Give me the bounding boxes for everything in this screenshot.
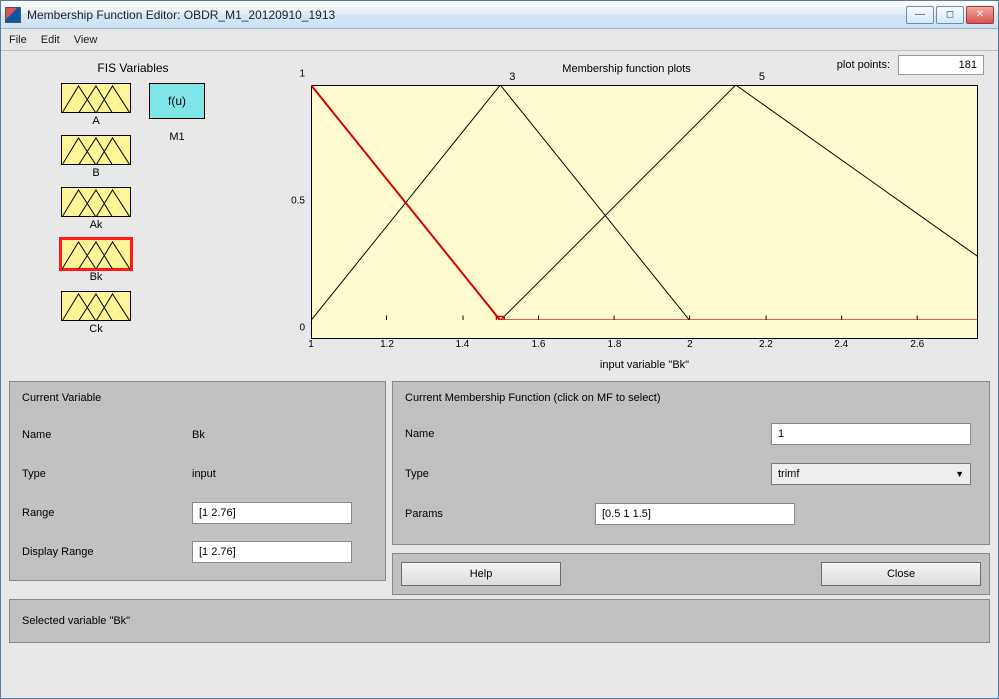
right-stack: Current Membership Function (click on MF… (392, 381, 990, 595)
cv-type-label: Type (22, 468, 192, 480)
fis-var-A[interactable] (61, 83, 131, 113)
y-tick-0: 0 (299, 323, 305, 334)
fis-inputs-column: A B Ak Bk (61, 83, 131, 341)
help-button[interactable]: Help (401, 562, 561, 586)
current-mf-panel: Current Membership Function (click on MF… (392, 381, 990, 545)
cv-type-value: input (192, 468, 216, 480)
x-tick-0: 1 (308, 339, 314, 350)
x-tick-5: 2 (687, 339, 693, 350)
x-axis-label: input variable "Bk" (311, 359, 978, 371)
window-controls: — ◻ ✕ (906, 6, 994, 24)
current-variable-panel: Current Variable Name Bk Type input Rang… (9, 381, 386, 581)
chevron-down-icon: ▼ (955, 469, 964, 479)
cv-range-label: Range (22, 507, 192, 519)
y-tick-1: 0.5 (291, 196, 305, 207)
cv-name-label: Name (22, 429, 192, 441)
fis-var-label-Ak: Ak (90, 219, 103, 231)
cmf-name-input[interactable] (771, 423, 971, 445)
fis-var-B[interactable] (61, 135, 131, 165)
minimize-button[interactable]: — (906, 6, 934, 24)
window-title: Membership Function Editor: OBDR_M1_2012… (27, 8, 906, 22)
fis-output-column: f(u) M1 (149, 83, 205, 149)
plot-points-label: plot points: (837, 59, 890, 71)
menu-view[interactable]: View (74, 34, 98, 46)
status-panel: Selected variable "Bk" (9, 599, 990, 643)
cv-name-value: Bk (192, 429, 205, 441)
mf-line-5[interactable] (500, 85, 978, 320)
fis-output-box[interactable]: f(u) (149, 83, 205, 119)
chart-svg[interactable] (311, 85, 978, 320)
plot-points-input[interactable] (898, 55, 984, 75)
x-tick-6: 2.2 (759, 339, 773, 350)
fis-var-label-Ck: Ck (89, 323, 102, 335)
chart-wrap: 0 0.5 1 (275, 81, 984, 371)
fis-output-name: M1 (169, 131, 184, 143)
cv-range-input[interactable] (192, 502, 352, 524)
x-tick-3: 1.6 (531, 339, 545, 350)
plot-points-control: plot points: (837, 55, 984, 75)
mf-line-1[interactable] (311, 85, 978, 320)
cmf-name-label: Name (405, 428, 575, 440)
x-tick-4: 1.8 (608, 339, 622, 350)
cmf-params-label: Params (405, 508, 575, 520)
fis-var-Ck[interactable] (61, 291, 131, 321)
fis-var-label-A: A (92, 115, 99, 127)
fis-var-label-Bk: Bk (90, 271, 103, 283)
cmf-panel-title: Current Membership Function (click on MF… (405, 392, 977, 404)
menubar: File Edit View (1, 29, 998, 51)
titlebar: Membership Function Editor: OBDR_M1_2012… (1, 1, 998, 29)
upper-row: FIS Variables A B Ak (9, 57, 990, 377)
x-tick-1: 1.2 (380, 339, 394, 350)
cv-panel-title: Current Variable (22, 392, 373, 404)
button-row: Help Close (392, 553, 990, 595)
y-ticks: 0 0.5 1 (275, 85, 309, 339)
cmf-params-input[interactable] (595, 503, 795, 525)
fis-variables-panel: FIS Variables A B Ak (9, 57, 257, 377)
close-window-button[interactable]: ✕ (966, 6, 994, 24)
fis-columns: A B Ak Bk (61, 83, 205, 341)
mf-annotation-3: 3 (509, 71, 515, 83)
y-tick-2: 1 (299, 69, 305, 80)
cmf-type-value: trimf (778, 468, 799, 480)
x-tick-2: 1.4 (455, 339, 469, 350)
x-ticks: 1 1.2 1.4 1.6 1.8 2 2.2 2.4 2.6 (311, 339, 978, 353)
x-tick-7: 2.4 (834, 339, 848, 350)
fis-title: FIS Variables (97, 61, 168, 75)
close-button[interactable]: Close (821, 562, 981, 586)
app-icon (5, 7, 21, 23)
fis-var-Bk[interactable] (61, 239, 131, 269)
mf-annotation-5: 5 (759, 71, 765, 83)
status-text: Selected variable "Bk" (22, 615, 130, 627)
fis-var-Ak[interactable] (61, 187, 131, 217)
menu-edit[interactable]: Edit (41, 34, 60, 46)
content-area: FIS Variables A B Ak (1, 51, 998, 698)
app-window: Membership Function Editor: OBDR_M1_2012… (0, 0, 999, 699)
fis-output-fu: f(u) (168, 94, 186, 108)
cv-display-range-input[interactable] (192, 541, 352, 563)
x-tick-8: 2.6 (910, 339, 924, 350)
cv-display-range-label: Display Range (22, 546, 192, 558)
lower-panels: Current Variable Name Bk Type input Rang… (9, 381, 990, 595)
cmf-type-label: Type (405, 468, 575, 480)
menu-file[interactable]: File (9, 34, 27, 46)
cmf-type-select[interactable]: trimf ▼ (771, 463, 971, 485)
plot-area: plot points: Membership function plots 0… (263, 57, 990, 377)
maximize-button[interactable]: ◻ (936, 6, 964, 24)
mf-line-3[interactable] (311, 85, 690, 320)
fis-var-label-B: B (92, 167, 99, 179)
